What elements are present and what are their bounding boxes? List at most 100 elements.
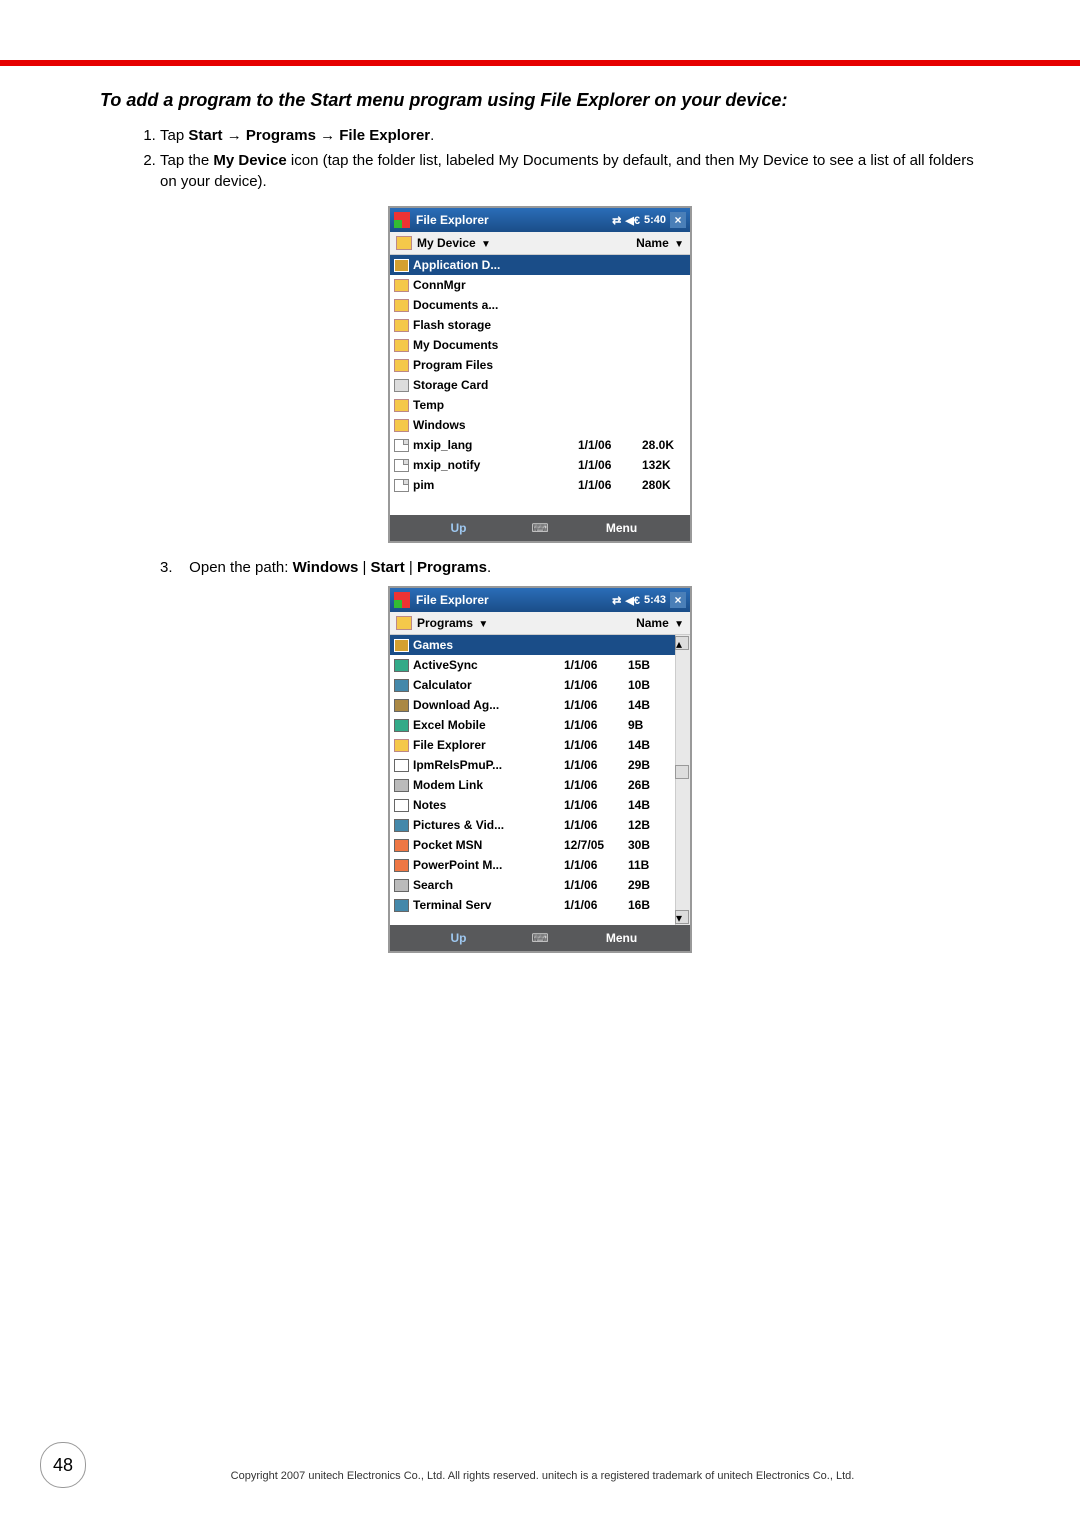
item-name: ActiveSync [413, 658, 564, 672]
list-item[interactable]: Terminal Serv1/1/0616B [390, 895, 690, 915]
screenshot-1: File Explorer ⇄ ◀€ 5:40 × My Device ▼ Na… [388, 206, 692, 543]
list-item[interactable]: Search1/1/0629B [390, 875, 690, 895]
item-date: 1/1/06 [564, 778, 628, 792]
item-date: 1/1/06 [564, 658, 628, 672]
item-size: 9B [628, 718, 672, 732]
item-name: My Documents [413, 338, 578, 352]
list-item[interactable]: Flash storage [390, 315, 690, 335]
list-item[interactable]: Temp [390, 395, 690, 415]
list-item[interactable]: Games [390, 635, 690, 655]
list-item[interactable]: Pocket MSN12/7/0530B [390, 835, 690, 855]
item-size: 29B [628, 878, 672, 892]
location-bar[interactable]: Programs ▼ Name ▼ [390, 612, 690, 635]
list-item[interactable]: Windows [390, 415, 690, 435]
app-icon [394, 719, 409, 732]
item-size: 11B [628, 858, 672, 872]
list-item[interactable]: Download Ag...1/1/0614B [390, 695, 690, 715]
item-name: Modem Link [413, 778, 564, 792]
item-name: Download Ag... [413, 698, 564, 712]
list-item[interactable]: Modem Link1/1/0626B [390, 775, 690, 795]
folder-sel-icon [394, 639, 409, 652]
item-name: pim [413, 478, 578, 492]
item-size: 280K [642, 478, 686, 492]
bottom-bar: Up ⌨ Menu [390, 925, 690, 951]
app3-icon [394, 699, 409, 712]
app2-icon [394, 899, 409, 912]
up-button[interactable]: Up [390, 521, 527, 535]
list-item[interactable]: Documents a... [390, 295, 690, 315]
step-item: Tap the My Device icon (tap the folder l… [160, 150, 980, 192]
item-name: Calculator [413, 678, 564, 692]
item-name: Temp [413, 398, 578, 412]
close-icon[interactable]: × [670, 592, 686, 608]
item-size: 30B [628, 838, 672, 852]
page-number: 48 [40, 1442, 86, 1488]
item-date: 1/1/06 [564, 858, 628, 872]
item-size: 132K [642, 458, 686, 472]
section-heading: To add a program to the Start menu progr… [100, 90, 980, 111]
list-item[interactable]: My Documents [390, 335, 690, 355]
scroll-up-button[interactable]: ▴ [675, 636, 689, 650]
item-size: 12B [628, 818, 672, 832]
file-icon [394, 479, 409, 492]
volume-icon: ◀€ [625, 594, 640, 607]
header-red-bar [0, 60, 1080, 66]
file-list[interactable]: Application D... ConnMgrDocuments a... Fla… [390, 255, 690, 515]
up-button[interactable]: Up [390, 931, 527, 945]
file-list[interactable]: ▴ ▾ GamesActiveSync1/1/0615BCalculator1/… [390, 635, 690, 925]
start-flag-icon[interactable] [394, 592, 410, 608]
item-name: Terminal Serv [413, 898, 564, 912]
menu-button[interactable]: Menu [553, 521, 690, 535]
location-bar[interactable]: My Device ▼ Name ▼ [390, 232, 690, 255]
list-item[interactable]: mxip_notify1/1/06132K [390, 455, 690, 475]
chevron-down-icon: ▼ [478, 619, 488, 630]
steps-list: Tap Start → Programs → File Explorer. Tap… [100, 125, 980, 192]
list-item[interactable]: Application D... [390, 255, 690, 275]
app6-icon [394, 879, 409, 892]
item-size: 15B [628, 658, 672, 672]
folder-icon [394, 739, 409, 752]
item-name: Notes [413, 798, 564, 812]
item-name: Storage Card [413, 378, 578, 392]
item-name: mxip_notify [413, 458, 578, 472]
scroll-down-button[interactable]: ▾ [675, 910, 689, 924]
folder-icon [396, 236, 412, 250]
app2-icon [394, 819, 409, 832]
list-item[interactable]: ConnMgr [390, 275, 690, 295]
chevron-down-icon: ▼ [674, 619, 684, 630]
folder-icon [396, 616, 412, 630]
item-date: 1/1/06 [578, 478, 642, 492]
scroll-thumb[interactable] [675, 765, 689, 779]
list-item[interactable]: Program Files [390, 355, 690, 375]
list-item[interactable]: pim1/1/06280K [390, 475, 690, 495]
start-flag-icon[interactable] [394, 212, 410, 228]
list-item[interactable]: Storage Card [390, 375, 690, 395]
list-item[interactable]: PowerPoint M...1/1/0611B [390, 855, 690, 875]
list-item[interactable]: mxip_lang1/1/0628.0K [390, 435, 690, 455]
item-size: 29B [628, 758, 672, 772]
list-item[interactable]: Excel Mobile1/1/069B [390, 715, 690, 735]
keyboard-icon[interactable]: ⌨ [527, 521, 553, 535]
keyboard-icon[interactable]: ⌨ [527, 931, 553, 945]
item-date: 1/1/06 [578, 458, 642, 472]
list-item[interactable]: Notes1/1/0614B [390, 795, 690, 815]
menu-button[interactable]: Menu [553, 931, 690, 945]
item-size: 10B [628, 678, 672, 692]
item-date: 12/7/05 [564, 838, 628, 852]
list-item[interactable]: Pictures & Vid...1/1/0612B [390, 815, 690, 835]
app2-icon [394, 679, 409, 692]
list-item[interactable]: ActiveSync1/1/0615B [390, 655, 690, 675]
item-name: Search [413, 878, 564, 892]
step-item: Tap Start → Programs → File Explorer. [160, 125, 980, 146]
item-name: Games [413, 638, 564, 652]
list-item[interactable]: IpmRelsPmuP...1/1/0629B [390, 755, 690, 775]
item-name: Pictures & Vid... [413, 818, 564, 832]
step-3: 3. Open the path: Windows | Start | Prog… [100, 559, 980, 576]
list-item[interactable]: Calculator1/1/0610B [390, 675, 690, 695]
item-name: Pocket MSN [413, 838, 564, 852]
item-name: Flash storage [413, 318, 578, 332]
list-item[interactable]: File Explorer1/1/0614B [390, 735, 690, 755]
close-icon[interactable]: × [670, 212, 686, 228]
item-name: Application D... [413, 258, 578, 272]
file-icon [394, 439, 409, 452]
